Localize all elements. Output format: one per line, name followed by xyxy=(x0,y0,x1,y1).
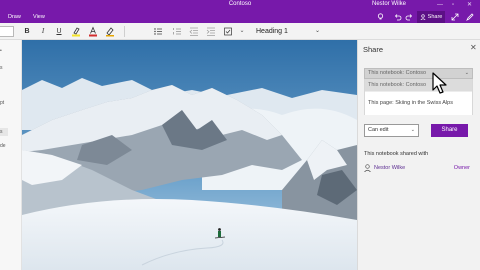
share-panel-title: Share xyxy=(363,45,384,54)
share-toolbar-label: Share xyxy=(427,14,443,20)
tag-dropdown-chevron-icon[interactable]: ⌄ xyxy=(237,26,247,37)
permission-value: Can edit xyxy=(368,127,389,133)
page-canvas[interactable] xyxy=(22,40,357,270)
numbered-list-icon[interactable] xyxy=(172,26,182,37)
font-size-input[interactable] xyxy=(0,26,14,37)
sidebar-item-1[interactable]: • xyxy=(0,48,2,54)
sidebar-item-5[interactable]: de xyxy=(0,143,6,149)
title-bar: Contoso Nestor Wilke — ▫ ✕ xyxy=(0,0,480,11)
chevron-down-icon: ⌄ xyxy=(410,127,415,133)
share-scope-selected: This notebook: Contoso xyxy=(368,70,427,76)
italic-button[interactable]: I xyxy=(38,26,48,37)
share-scope-dropdown[interactable]: This notebook: Contoso ⌄ xyxy=(364,68,473,79)
toolbar-separator xyxy=(124,26,125,37)
person-name[interactable]: Nestor Wilke xyxy=(374,165,405,171)
menu-bar: Draw View Share xyxy=(0,11,480,23)
menu-view[interactable]: View xyxy=(33,14,45,20)
font-color-icon[interactable] xyxy=(88,26,98,37)
shared-with-label: This notebook shared with xyxy=(364,151,429,157)
page-list-sidebar: • s pt s de xyxy=(0,40,22,270)
mouse-cursor-icon xyxy=(432,72,447,94)
pen-icon[interactable] xyxy=(466,13,474,21)
sidebar-item-4[interactable]: s xyxy=(0,129,3,135)
formatting-toolbar: B I U ⌄ Heading 1 ⌄ xyxy=(0,23,480,40)
style-chevron-icon[interactable]: ⌄ xyxy=(315,26,320,37)
window-title: Contoso xyxy=(228,1,252,7)
close-window-button[interactable]: ✕ xyxy=(467,0,472,11)
shared-person-row[interactable]: Nestor Wilke Owner xyxy=(364,164,476,174)
sidebar-item-3[interactable]: pt xyxy=(0,100,4,106)
paragraph-style-select[interactable]: Heading 1 xyxy=(252,26,310,37)
share-button[interactable]: Share xyxy=(431,124,468,137)
person-icon xyxy=(364,164,371,172)
option-notebook[interactable]: This notebook: Contoso xyxy=(365,79,472,91)
menu-draw[interactable]: Draw xyxy=(8,14,21,20)
highlight-icon[interactable] xyxy=(71,26,81,37)
share-icon xyxy=(420,14,426,20)
expand-icon[interactable] xyxy=(451,13,459,21)
maximize-button[interactable]: ▫ xyxy=(452,0,454,11)
person-role: Owner xyxy=(453,165,470,171)
increase-indent-icon[interactable] xyxy=(206,26,216,37)
lightbulb-icon[interactable] xyxy=(377,13,384,21)
chevron-down-icon: ⌄ xyxy=(464,70,469,76)
share-panel: Share ✕ This notebook: Contoso ⌄ This no… xyxy=(357,40,480,270)
share-scope-options: This notebook: Contoso This page: Skiing… xyxy=(364,79,473,115)
decrease-indent-icon[interactable] xyxy=(189,26,199,37)
minimize-button[interactable]: — xyxy=(437,0,443,11)
bulleted-list-icon[interactable] xyxy=(153,26,163,37)
redo-icon[interactable] xyxy=(405,13,413,21)
clear-format-icon[interactable] xyxy=(105,26,115,37)
share-toolbar-button[interactable]: Share xyxy=(417,11,445,23)
checkbox-tag-icon[interactable] xyxy=(223,26,233,37)
sidebar-item-2[interactable]: s xyxy=(0,65,3,71)
option-page[interactable]: This page: Skiing in the Swiss Alps xyxy=(365,92,472,115)
close-panel-icon[interactable]: ✕ xyxy=(470,43,477,52)
user-name[interactable]: Nestor Wilke xyxy=(372,1,406,7)
undo-icon[interactable] xyxy=(394,13,402,21)
permission-select[interactable]: Can edit ⌄ xyxy=(364,124,419,137)
underline-button[interactable]: U xyxy=(54,26,64,37)
swiss-alps-photo xyxy=(22,40,357,270)
bold-button[interactable]: B xyxy=(22,26,32,37)
